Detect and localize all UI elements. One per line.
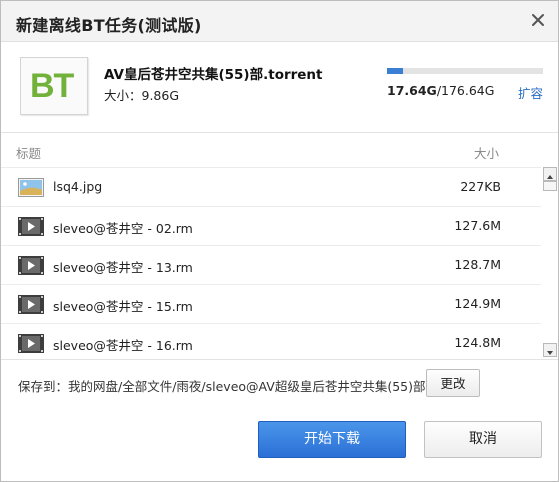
file-row[interactable]: sleveo@苍井空 - 13.rm 128.7M	[1, 245, 541, 284]
bt-icon-label: BT	[30, 67, 74, 105]
file-name: sleveo@苍井空 - 15.rm	[53, 299, 193, 314]
cancel-button[interactable]: 取消	[424, 421, 542, 458]
file-row[interactable]: lsq4.jpg 227KB	[1, 167, 541, 206]
file-row[interactable]: sleveo@苍井空 - 15.rm 124.9M	[1, 284, 541, 323]
video-file-icon	[18, 217, 44, 236]
file-row[interactable]: sleveo@苍井空 - 16.rm 124.8M	[1, 323, 541, 359]
file-size: 127.6M	[454, 218, 501, 233]
file-row[interactable]: sleveo@苍井空 - 02.rm 127.6M	[1, 206, 541, 245]
scroll-thumb[interactable]	[543, 181, 557, 191]
file-size: 128.7M	[454, 257, 501, 272]
file-list: 标题 大小 lsq4.jpg 227KB sleveo@苍井空 - 02.rm 127…	[1, 132, 558, 360]
file-name: sleveo@苍井空 - 02.rm	[53, 221, 193, 236]
bt-task-dialog: 新建离线BT任务(测试版) BT AV皇后苍井空共集(55)部.torrent …	[0, 0, 559, 482]
storage-used: 17.64G	[387, 83, 437, 98]
torrent-name: AV皇后苍井空共集(55)部.torrent	[104, 67, 323, 83]
start-download-button[interactable]: 开始下载	[258, 421, 406, 458]
save-path-label: 保存到：我的网盘/全部文件/雨夜/sleveo@AV超级皇后苍井空共集(55)部	[18, 379, 426, 394]
dialog-titlebar: 新建离线BT任务(测试版)	[1, 1, 558, 42]
file-list-scrollbar[interactable]	[542, 167, 558, 359]
close-icon[interactable]	[530, 12, 546, 28]
storage-total: /176.64G	[436, 83, 495, 98]
file-rows: lsq4.jpg 227KB sleveo@苍井空 - 02.rm 127.6M sle…	[1, 167, 541, 359]
video-file-icon	[18, 256, 44, 275]
torrent-summary: BT AV皇后苍井空共集(55)部.torrent 大小：9.86G 17.64…	[1, 42, 558, 132]
file-size: 124.8M	[454, 335, 501, 350]
storage-usage-text: 17.64G/176.64G	[387, 83, 494, 98]
file-size: 124.9M	[454, 296, 501, 311]
torrent-size: 大小：9.86G	[104, 88, 180, 103]
video-file-icon	[18, 295, 44, 314]
column-size-header[interactable]: 大小	[474, 143, 499, 162]
video-file-icon	[18, 334, 44, 353]
column-title-header[interactable]: 标题	[16, 143, 41, 162]
image-file-icon	[18, 178, 44, 197]
file-name: sleveo@苍井空 - 13.rm	[53, 260, 193, 275]
expand-storage-link[interactable]: 扩容	[518, 83, 543, 102]
scroll-down-button[interactable]	[543, 343, 557, 357]
storage-progress-bar	[387, 68, 543, 74]
dialog-title: 新建离线BT任务(测试版)	[16, 16, 202, 35]
file-name: sleveo@苍井空 - 16.rm	[53, 338, 193, 353]
storage-progress-fill	[387, 68, 403, 74]
bt-file-icon: BT	[20, 57, 88, 115]
change-path-button[interactable]: 更改	[426, 369, 480, 397]
file-list-header: 标题 大小	[1, 133, 541, 167]
file-size: 227KB	[460, 179, 501, 194]
file-name: lsq4.jpg	[53, 179, 103, 194]
scroll-up-button[interactable]	[543, 167, 557, 181]
